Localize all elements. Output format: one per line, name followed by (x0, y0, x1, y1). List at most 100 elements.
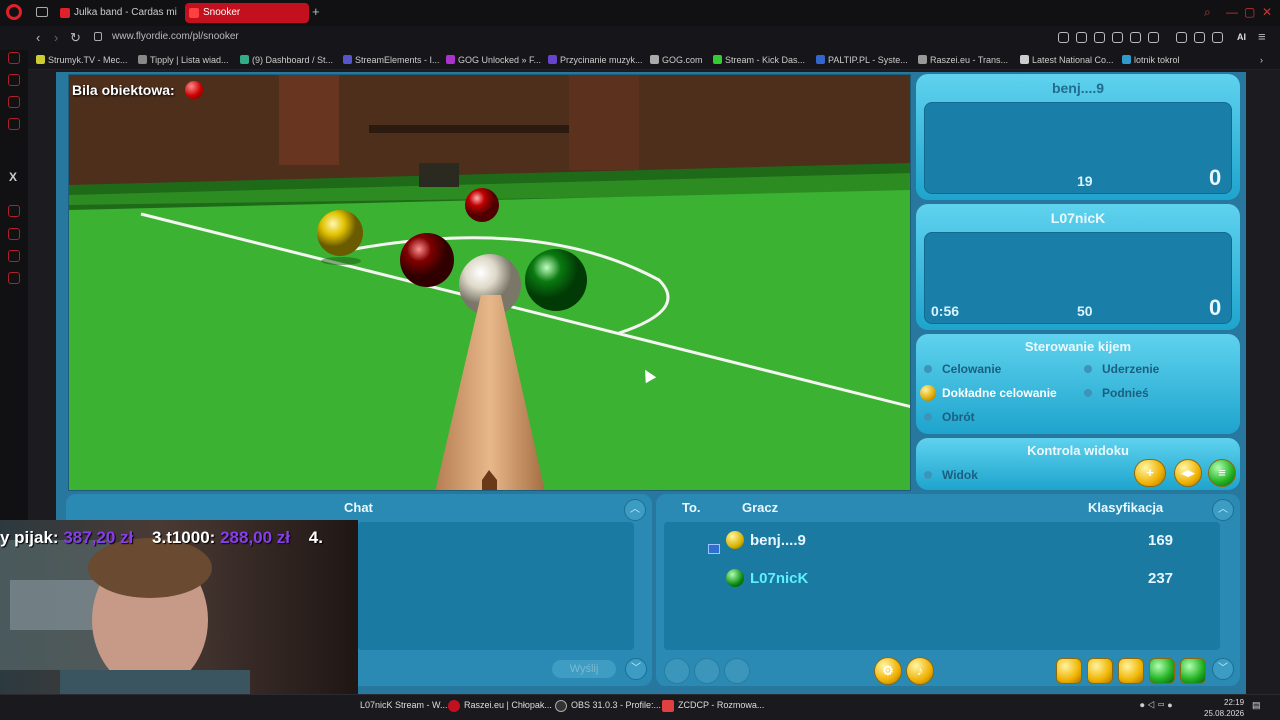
shield-icon[interactable] (1112, 32, 1123, 43)
bookmark-item[interactable]: (9) Dashboard / St... (240, 53, 333, 67)
tab-snooker[interactable]: Snooker (185, 3, 309, 23)
extensions-icon[interactable] (1176, 32, 1187, 43)
snapshot-icon[interactable] (1094, 32, 1105, 43)
donation-leaderboard: y pijak: 387,20 zł 3.t1000: 288,00 zł 4. (0, 528, 323, 554)
option-precise-aiming[interactable]: Dokładne celowanie (920, 385, 1057, 401)
player1-panel: benj....9 19 0 (916, 74, 1240, 200)
cue-control-title: Sterowanie kijem (1024, 339, 1132, 354)
aria-ai-button[interactable]: AI (1237, 32, 1246, 42)
instagram-icon[interactable] (8, 74, 20, 86)
menu-icon[interactable]: ≡ (1258, 29, 1266, 44)
player2-score: 0 (1209, 295, 1222, 320)
tab-julka-band[interactable]: Julka band - Cardas mi (56, 3, 180, 23)
bookmark-label: Strumyk.TV - Mec... (48, 55, 128, 65)
bookmark-label: Stream - Kick Das... (725, 55, 806, 65)
taskbar-label: Raszei.eu | Chłopak... (464, 700, 552, 710)
clock-time: 22:19 (1224, 698, 1245, 707)
disabled-button-3[interactable] (724, 658, 750, 684)
disabled-button-1[interactable] (664, 658, 690, 684)
taskbar-item[interactable]: L07nicK Stream - W... (360, 700, 448, 710)
tray-icons[interactable]: ⏺ ◁ ▭ ● (1140, 700, 1173, 711)
option-label: Uderzenie (1102, 362, 1160, 376)
bookmark-item[interactable]: Latest National Co... (1020, 53, 1114, 67)
option-aiming[interactable]: Celowanie (924, 362, 1001, 376)
chat-collapse-button[interactable]: ︿ (624, 499, 646, 521)
forward-button[interactable]: › (54, 30, 58, 45)
zoom-icon[interactable] (1058, 32, 1069, 43)
pinboard-icon[interactable] (8, 250, 20, 262)
x-twitter-icon[interactable]: X (9, 170, 17, 184)
player-icon[interactable] (8, 205, 20, 217)
back-button[interactable]: ‹ (36, 30, 40, 45)
top-view-button[interactable]: ≡ (1208, 459, 1236, 487)
option-strike[interactable]: Uderzenie (1084, 362, 1159, 376)
exit-icon[interactable] (1180, 658, 1206, 684)
taskbar-item[interactable]: OBS 31.0.3 - Profile:... (555, 700, 661, 712)
bookmark-item[interactable]: PALTIP.PL - Syste... (816, 53, 908, 67)
bookmark-item[interactable]: Raszei.eu - Trans... (918, 53, 1008, 67)
radio-icon (924, 413, 932, 421)
minimize-button[interactable]: — (1226, 5, 1238, 19)
donor-name: 3.t1000: (152, 528, 216, 547)
option-label: Widok (942, 468, 978, 482)
chat-bubbles-icon[interactable] (1118, 658, 1144, 684)
clock[interactable]: 22:19 25.08.2026 (1204, 697, 1244, 719)
snooker-table-view[interactable] (68, 74, 911, 491)
send-icon[interactable] (1130, 32, 1141, 43)
whatsapp-icon[interactable] (8, 96, 20, 108)
zoom-view-button[interactable]: + (1134, 459, 1166, 487)
bookmark-icon (240, 55, 249, 64)
pin-icon[interactable] (1076, 32, 1087, 43)
maximize-button[interactable]: ▢ (1244, 5, 1255, 19)
option-rotate[interactable]: Obrót (924, 410, 975, 424)
player-name: L07nicK (750, 570, 809, 587)
new-tab-button[interactable]: + (312, 4, 326, 19)
chat-scroll-down-button[interactable]: ﹀ (625, 658, 647, 680)
bookmark-item[interactable]: Stream - Kick Das... (713, 53, 805, 67)
bookmark-item[interactable]: GOG.com (650, 53, 703, 67)
ranking-scroll-down-button[interactable]: ﹀ (1212, 658, 1234, 680)
option-view[interactable]: Widok (924, 468, 978, 482)
ranking-collapse-button[interactable]: ︿ (1212, 499, 1234, 521)
disabled-button-2[interactable] (694, 658, 720, 684)
opera-logo-icon[interactable] (6, 4, 22, 20)
history-icon[interactable] (8, 228, 20, 240)
bookmark-item[interactable]: lotnik tokrol (1122, 53, 1180, 67)
close-button[interactable]: ✕ (1262, 5, 1272, 19)
bookmark-icon (446, 55, 455, 64)
view-control-title: Kontrola widoku (1027, 443, 1129, 458)
bookmark-item[interactable]: GOG Unlocked » F... (446, 53, 541, 67)
settings-gear-icon[interactable]: ⚙ (874, 657, 902, 685)
url-field[interactable]: www.flyordie.com/pl/snooker (112, 31, 239, 42)
vk-icon[interactable] (8, 118, 20, 130)
bookmark-item[interactable]: StreamElements - I... (343, 53, 440, 67)
bookmark-item[interactable]: Przycinanie muzyk... (548, 53, 643, 67)
option-label: Dokładne celowanie (942, 386, 1057, 400)
radio-icon (1084, 389, 1092, 397)
notifications-icon[interactable]: ▤ (1252, 700, 1261, 711)
trophy-icon[interactable] (1087, 658, 1113, 684)
bookmark-item[interactable]: Strumyk.TV - Mec... (36, 53, 128, 67)
option-raise[interactable]: Podnieś (1084, 386, 1149, 400)
heart-icon[interactable] (1148, 32, 1159, 43)
bookmarks-more-icon[interactable]: › (1260, 53, 1263, 67)
send-button[interactable]: Wyślij (552, 660, 616, 678)
green-ball (525, 249, 587, 311)
add-friend-icon[interactable] (1056, 658, 1082, 684)
chat-messages[interactable] (358, 522, 634, 650)
player2-break: 50 (1077, 303, 1093, 319)
taskbar-item[interactable]: Raszei.eu | Chłopak... (448, 700, 552, 712)
wallet-icon[interactable] (1194, 32, 1205, 43)
taskbar-item[interactable]: ZCDCP - Rozmowa... (662, 700, 764, 712)
bookmark-item[interactable]: Tipply | Lista wiad... (138, 53, 229, 67)
search-icon[interactable]: ⌕ (1204, 5, 1211, 20)
reload-button[interactable]: ↻ (70, 30, 81, 46)
sound-icon[interactable]: ♪ (906, 657, 934, 685)
download-icon[interactable] (1212, 32, 1223, 43)
flyordie-icon (189, 8, 199, 18)
rotate-view-button[interactable]: ◂▸ (1174, 459, 1202, 487)
help-icon[interactable] (1149, 658, 1175, 684)
tab-overview-icon[interactable] (36, 7, 48, 17)
settings-icon[interactable] (8, 272, 20, 284)
messenger-icon[interactable] (8, 52, 20, 64)
